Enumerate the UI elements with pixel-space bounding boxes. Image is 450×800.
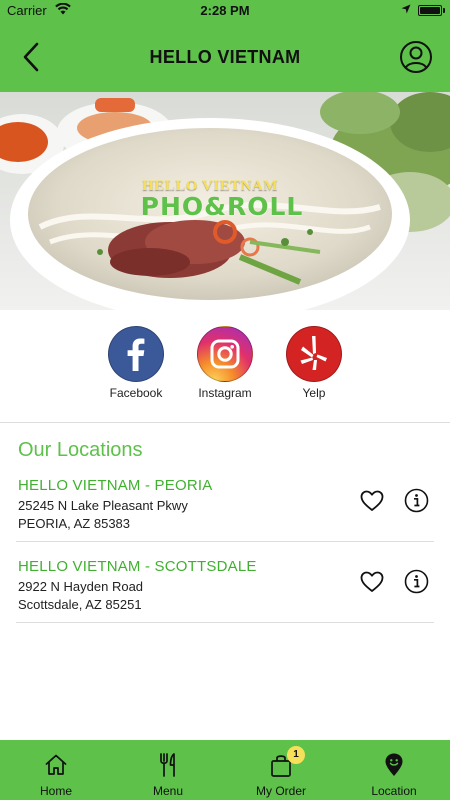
instagram-link[interactable]: Instagram [185, 326, 265, 400]
location-address-line-2: Scottsdale, AZ 85251 [18, 597, 142, 612]
top-bar: Carrier 2:28 PM HELLO VIETNAM [0, 0, 450, 92]
tab-my-order[interactable]: 1 My Order [225, 740, 337, 800]
info-button[interactable] [404, 488, 429, 513]
battery-icon [418, 5, 442, 16]
bottom-tab-bar: Home Menu 1 My Order Location [0, 740, 450, 800]
logo-line-2: PHO&ROLL [140, 192, 304, 221]
location-address-line-2: PEORIA, AZ 85383 [18, 516, 131, 531]
location-row-scottsdale[interactable]: HELLO VIETNAM - SCOTTSDALE 2922 N Hayden… [16, 542, 434, 623]
tab-my-order-label: My Order [255, 784, 306, 798]
yelp-label: Yelp [302, 386, 326, 400]
location-pin-icon [385, 753, 403, 776]
yelp-link[interactable]: Yelp [274, 326, 354, 400]
favorite-button[interactable] [360, 489, 384, 513]
user-circle-icon [400, 41, 432, 73]
page-title: HELLO VIETNAM [149, 47, 301, 67]
facebook-label: Facebook [109, 386, 163, 400]
home-icon [45, 754, 67, 775]
locations-heading: Our Locations [18, 439, 143, 461]
facebook-icon [108, 326, 164, 382]
instagram-icon [197, 326, 253, 382]
restaurant-logo: HELLO VIETNAM PHO&ROLL [0, 178, 450, 221]
yelp-icon [286, 326, 342, 382]
heart-icon [360, 571, 384, 592]
status-time: 2:28 PM [200, 3, 250, 18]
location-arrow-icon [401, 4, 411, 14]
location-address-line-1: 25245 N Lake Pleasant Pkwy [18, 498, 188, 513]
fork-knife-icon [160, 753, 175, 777]
location-address-line-1: 2922 N Hayden Road [18, 579, 144, 594]
tab-home[interactable]: Home [0, 740, 112, 800]
info-icon [404, 488, 429, 513]
facebook-link[interactable]: Facebook [96, 326, 176, 400]
tab-location[interactable]: Location [338, 740, 450, 800]
social-links: Facebook Instagram Yelp [0, 310, 450, 423]
location-name: HELLO VIETNAM - SCOTTSDALE [18, 558, 257, 575]
tab-menu-label: Menu [152, 784, 184, 798]
info-button[interactable] [404, 569, 429, 594]
tab-home-label: Home [39, 784, 72, 798]
instagram-label: Instagram [198, 386, 252, 400]
location-row-peoria[interactable]: HELLO VIETNAM - PEORIA 25245 N Lake Plea… [16, 461, 434, 542]
status-bar: Carrier 2:28 PM [0, 0, 450, 22]
heart-icon [360, 490, 384, 511]
info-icon [404, 569, 429, 594]
order-count-badge: 1 [287, 746, 305, 764]
hero-banner: HELLO VIETNAM PHO&ROLL [0, 92, 450, 310]
profile-button[interactable] [399, 40, 433, 74]
tab-location-label: Location [371, 784, 417, 798]
location-name: HELLO VIETNAM - PEORIA [18, 477, 213, 494]
tab-menu[interactable]: Menu [112, 740, 224, 800]
favorite-button[interactable] [360, 570, 384, 594]
battery-tip [443, 8, 445, 13]
